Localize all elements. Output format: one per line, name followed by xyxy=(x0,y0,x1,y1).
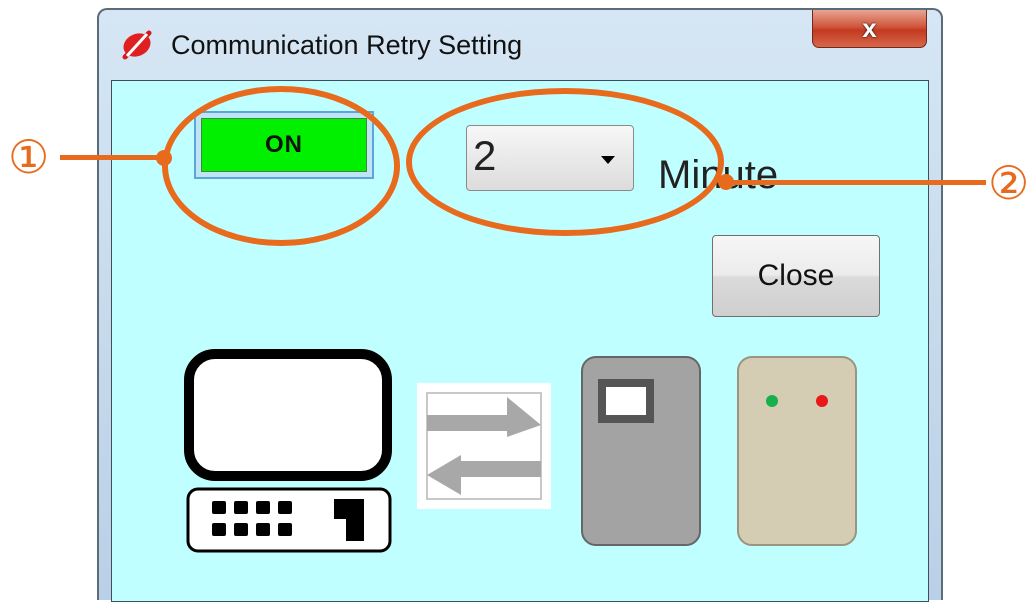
close-icon: x xyxy=(862,13,877,43)
annotation-ring-1 xyxy=(162,86,400,246)
callout-dot-2 xyxy=(718,174,734,190)
window-close-button[interactable]: x xyxy=(812,10,927,48)
callout-line-2 xyxy=(726,180,986,185)
app-logo-icon xyxy=(122,30,152,60)
callout-number-2: ② xyxy=(988,157,1030,209)
annotation-ring-2 xyxy=(406,88,724,236)
computer-icon xyxy=(184,349,392,553)
terminal-device-icon xyxy=(581,356,701,546)
window-title: Communication Retry Setting xyxy=(171,30,523,60)
titlebar[interactable]: Communication Retry Setting x xyxy=(99,10,941,72)
callout-line-1 xyxy=(60,155,166,160)
close-button[interactable]: Close xyxy=(712,235,880,317)
close-button-label: Close xyxy=(757,259,835,292)
transfer-arrows-icon xyxy=(417,383,551,509)
callout-dot-1 xyxy=(156,150,172,166)
controller-device-icon xyxy=(737,356,857,546)
callout-number-1: ① xyxy=(8,131,50,183)
